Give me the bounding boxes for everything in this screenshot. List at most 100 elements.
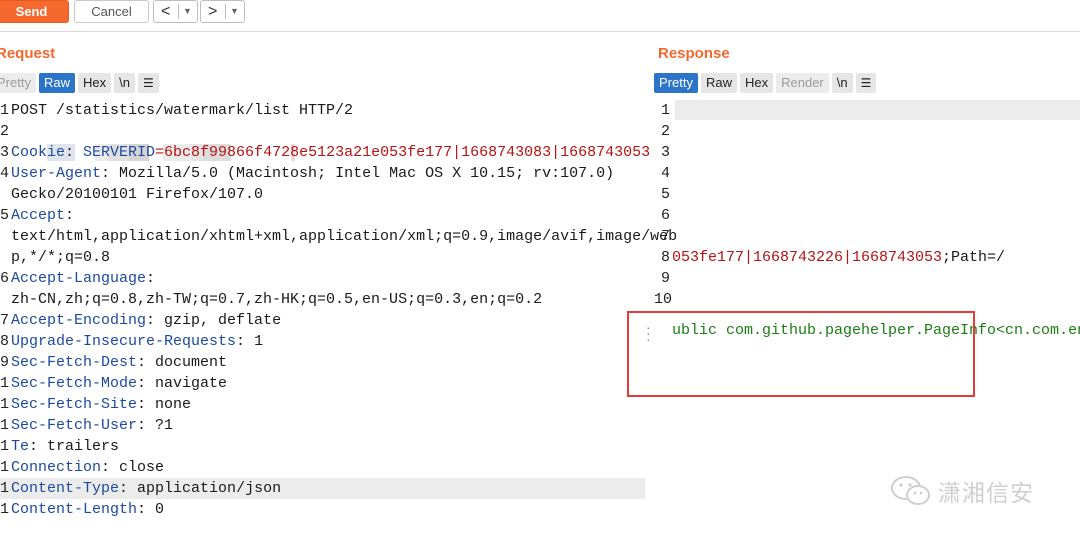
header-key: Accept-Encoding <box>11 312 147 329</box>
header-sep: : <box>137 501 156 518</box>
line-number: 4 <box>660 165 670 182</box>
toolbar-divider <box>0 31 1080 32</box>
header-sep: : <box>137 354 156 371</box>
header-sep: : <box>101 165 120 182</box>
header-key: Content-Length <box>11 501 138 518</box>
response-tabs: Pretty Raw Hex Render \n ☰ <box>654 73 877 93</box>
wechat-icon <box>891 476 930 505</box>
tab-hex[interactable]: Hex <box>77 73 112 93</box>
response-editor[interactable]: 1 2 3 4 5 6 7 8 053fe177|1668743226|16687… <box>654 100 1080 341</box>
line-number: 6 <box>0 270 9 287</box>
line-number: 5 <box>0 207 9 224</box>
line-number: 7 <box>0 312 9 329</box>
highlighted-line: 15Content-Type: application/json <box>0 478 645 499</box>
tab-newline[interactable]: \n <box>114 73 135 93</box>
toolbar: Send Cancel < ▼ > ▼ <box>0 0 1080 26</box>
cookie-value: =6bc8f99866f4728e5123a21e053fe177|166874… <box>155 144 651 161</box>
header-sep: : <box>101 459 120 476</box>
header-key: Upgrade-Insecure-Requests <box>11 333 237 350</box>
line-number: 10 <box>0 375 9 392</box>
header-sep: : <box>137 417 156 434</box>
line-number: 12 <box>0 417 9 434</box>
chevron-down-icon[interactable]: ▼ <box>183 1 192 22</box>
watermark: 潇湘信安 <box>890 474 1034 508</box>
response-title: Response <box>658 45 730 62</box>
tab-pretty[interactable]: Pretty <box>0 73 36 93</box>
header-value: 1 <box>254 333 264 350</box>
header-value: trailers <box>47 438 120 455</box>
line-number: 2 <box>660 123 670 140</box>
header-value: document <box>155 354 228 371</box>
header-value: zh-CN,zh;q=0.8,zh-TW;q=0.7,zh-HK;q=0.5,e… <box>11 291 543 308</box>
header-value: 0 <box>155 501 165 518</box>
chevron-down-icon[interactable]: ▼ <box>230 1 239 22</box>
annotation-box <box>627 311 975 397</box>
line-number: 8 <box>660 249 670 266</box>
header-sep: : <box>146 312 165 329</box>
line-number: 2 <box>0 123 9 140</box>
header-key: Te <box>11 438 30 455</box>
chevron-left-icon: < <box>161 3 171 20</box>
request-title: Request <box>0 45 56 62</box>
line-number: 7 <box>660 228 670 245</box>
header-value: ?1 <box>155 417 174 434</box>
header-key: Content-Type <box>11 480 120 497</box>
menu-icon[interactable]: ☰ <box>855 73 877 93</box>
send-button[interactable]: Send <box>0 0 69 23</box>
header-value: application/json <box>137 480 282 497</box>
line-number: 13 <box>0 438 9 455</box>
header-sep: : <box>236 333 255 350</box>
header-key: Sec-Fetch-User <box>11 417 138 434</box>
header-key: Accept <box>11 207 66 224</box>
header-key: Cookie <box>11 144 66 161</box>
header-sep: : <box>137 375 156 392</box>
header-key: Accept-Language <box>11 270 147 287</box>
line-number: 10 <box>654 291 673 308</box>
header-sep: : <box>137 396 156 413</box>
line-number: 1 <box>0 102 9 119</box>
line-number: 3 <box>0 144 9 161</box>
header-value: Gecko/20100101 Firefox/107.0 <box>11 186 264 203</box>
tab-pretty[interactable]: Pretty <box>654 73 698 93</box>
tab-raw[interactable]: Raw <box>700 73 737 93</box>
line-number: 9 <box>660 270 670 287</box>
tab-hex[interactable]: Hex <box>739 73 774 93</box>
divider <box>178 4 179 19</box>
set-cookie-value: 053fe177|1668743226|1668743053 <box>672 249 943 266</box>
header-key: Sec-Fetch-Dest <box>11 354 138 371</box>
tab-raw[interactable]: Raw <box>38 73 75 93</box>
tab-newline[interactable]: \n <box>831 73 853 93</box>
header-key: User-Agent <box>11 165 102 182</box>
line-number: 9 <box>0 354 9 371</box>
request-editor[interactable]: 1 POST /statistics/watermark/list HTTP/2 … <box>0 100 677 520</box>
header-value: navigate <box>155 375 228 392</box>
line-number: 8 <box>0 333 9 350</box>
header-value: none <box>155 396 192 413</box>
cancel-button[interactable]: Cancel <box>74 0 149 23</box>
header-key: Sec-Fetch-Site <box>11 396 138 413</box>
header-sep: : <box>146 270 156 287</box>
header-value: gzip, deflate <box>164 312 282 329</box>
line-number: 14 <box>0 459 9 476</box>
cookie-name: SERVERID <box>83 144 156 161</box>
back-button[interactable]: < ▼ <box>153 0 198 23</box>
request-tabs: Pretty Raw Hex \n ☰ <box>0 73 159 93</box>
header-sep: : <box>29 438 48 455</box>
header-sep: : <box>65 144 84 161</box>
header-value: p,*/*;q=0.8 <box>11 249 111 266</box>
line-number: 16 <box>0 501 9 518</box>
line-number: 5 <box>660 186 670 203</box>
chevron-right-icon: > <box>208 3 218 20</box>
line-number: 6 <box>660 207 670 224</box>
header-value: text/html,application/xhtml+xml,applicat… <box>11 228 678 245</box>
line-number: 15 <box>0 480 9 497</box>
header-key: Sec-Fetch-Mode <box>11 375 138 392</box>
header-value: close <box>119 459 165 476</box>
set-cookie-path: ;Path=/ <box>942 249 1006 266</box>
divider <box>225 4 226 19</box>
header-sep: : <box>119 480 138 497</box>
forward-button[interactable]: > ▼ <box>200 0 245 23</box>
line-number: 1 <box>660 102 670 119</box>
tab-render[interactable]: Render <box>776 73 829 93</box>
menu-icon[interactable]: ☰ <box>137 73 159 93</box>
